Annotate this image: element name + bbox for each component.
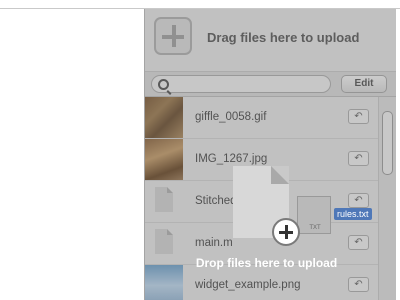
search-icon — [158, 79, 169, 90]
file-name: giffle_0058.gif — [195, 111, 267, 123]
image-thumbnail-icon — [145, 97, 183, 138]
drag-upload-label: Drag files here to upload — [207, 30, 360, 45]
share-button[interactable]: ↶ — [348, 151, 369, 166]
document-icon — [155, 187, 173, 212]
drop-upload-message: Drop files here to upload — [195, 256, 338, 270]
scroll-thumb[interactable] — [382, 111, 393, 175]
search-bar: Edit — [145, 71, 396, 97]
edit-button[interactable]: Edit — [341, 75, 387, 93]
share-button[interactable]: ↶ — [348, 109, 369, 124]
share-button[interactable]: ↶ — [348, 193, 369, 208]
file-row-widget[interactable]: widget_example.png ↶ — [145, 265, 378, 300]
share-button[interactable]: ↶ — [348, 235, 369, 250]
file-row-giffle[interactable]: giffle_0058.gif ↶ — [145, 97, 378, 139]
document-icon — [155, 229, 173, 254]
file-name: widget_example.png — [195, 279, 301, 291]
dragged-txt-file-icon: TXT — [297, 196, 331, 234]
image-thumbnail-icon — [145, 265, 183, 300]
dragged-file-label: rules.txt — [334, 208, 372, 220]
file-name: main.m — [195, 237, 233, 249]
share-button[interactable]: ↶ — [348, 277, 369, 292]
search-input[interactable] — [151, 75, 331, 93]
upload-drop-area[interactable]: Drag files here to upload — [145, 9, 396, 69]
add-plus-icon — [272, 218, 300, 246]
add-file-icon[interactable] — [154, 17, 192, 55]
file-name: IMG_1267.jpg — [195, 153, 268, 165]
image-thumbnail-icon — [145, 139, 183, 180]
txt-label: TXT — [309, 225, 321, 231]
